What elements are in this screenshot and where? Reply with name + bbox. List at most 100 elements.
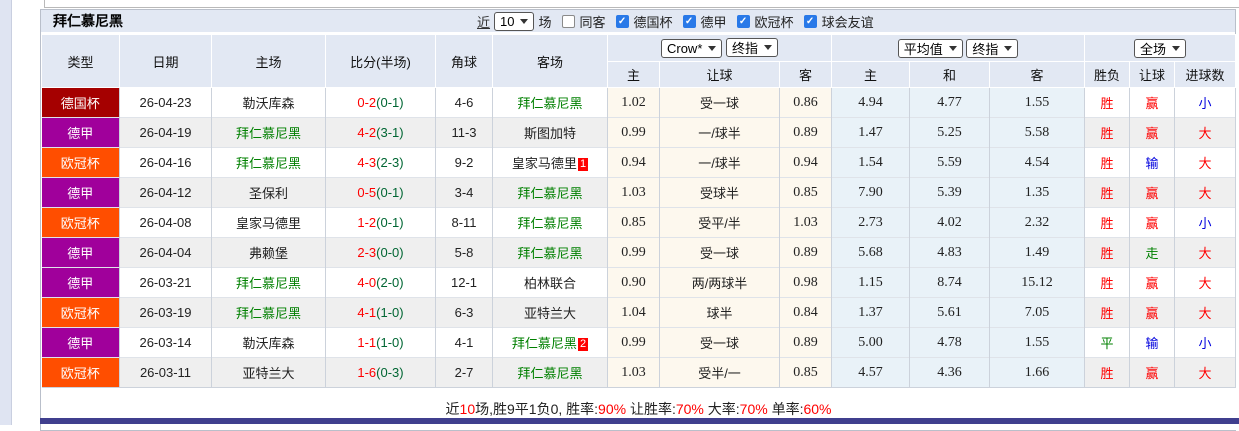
- recent-count-select[interactable]: 10: [494, 11, 535, 31]
- result-handicap: 输: [1145, 156, 1159, 171]
- odds-handicap-cell: 一/球半: [659, 117, 780, 148]
- result-wdl-cell: 胜: [1084, 297, 1131, 328]
- col-header-result-wdl: 胜负: [1084, 61, 1131, 88]
- corner-cell: 4-1: [435, 327, 493, 358]
- home-team-name: 亚特兰大: [242, 366, 295, 381]
- odds-stage-select-1[interactable]: 终指: [726, 38, 779, 57]
- checkbox-same-venue[interactable]: ✓: [561, 14, 575, 28]
- date-cell: 26-04-19: [119, 117, 212, 148]
- result-wdl-cell: 胜: [1084, 357, 1131, 388]
- away-team-name: 拜仁慕尼黑: [517, 366, 583, 381]
- col-header-avg-away: 客: [989, 61, 1086, 88]
- checkbox-dfb-pokal[interactable]: ✓: [615, 14, 629, 28]
- away-team-cell: 拜仁慕尼黑: [492, 87, 608, 118]
- home-team-name: 勒沃库森: [242, 336, 295, 351]
- result-wdl: 胜: [1100, 96, 1114, 111]
- home-team-cell: 拜仁慕尼黑: [211, 267, 326, 298]
- result-wdl-cell: 胜: [1084, 267, 1131, 298]
- away-team-cell: 亚特兰大: [492, 297, 608, 328]
- avg-draw-cell: 5.59: [909, 147, 991, 178]
- date-cell: 26-03-11: [119, 357, 212, 388]
- score-cell: 4-2(3-1): [325, 117, 436, 148]
- recent-link[interactable]: 近: [477, 12, 490, 31]
- date-cell: 26-03-14: [119, 327, 212, 358]
- corner-cell: 8-11: [435, 207, 493, 238]
- odds-away-cell: 0.86: [779, 87, 833, 118]
- result-goals-cell: 小: [1174, 207, 1237, 238]
- away-team-name: 斯图加特: [523, 126, 576, 141]
- league-cell: 德国杯: [41, 87, 120, 118]
- date-cell: 26-04-16: [119, 147, 212, 178]
- result-handicap-cell: 赢: [1129, 267, 1176, 298]
- summary-text: 70%: [675, 401, 704, 417]
- col-header-home: 主场: [211, 34, 326, 88]
- fulltime-score: 4-1: [357, 305, 377, 320]
- average-select[interactable]: 平均值: [897, 38, 963, 58]
- avg-away-cell: 7.05: [989, 297, 1086, 328]
- score-cell: 1-1(1-0): [325, 327, 436, 358]
- bottom-divider-bar: [40, 418, 1239, 424]
- home-team-name: 拜仁慕尼黑: [235, 276, 301, 291]
- result-goals: 大: [1198, 276, 1212, 291]
- odds-home-cell: 0.85: [607, 207, 660, 238]
- col-header-avg-home: 主: [831, 61, 911, 88]
- home-team-cell: 拜仁慕尼黑: [211, 147, 326, 178]
- avg-home-cell: 5.68: [831, 237, 911, 268]
- summary-text: 大率:: [703, 401, 740, 417]
- avg-draw-cell: 4.83: [909, 237, 991, 268]
- result-wdl-cell: 胜: [1084, 207, 1131, 238]
- odds-source-select[interactable]: Crow*: [660, 39, 723, 58]
- result-wdl: 胜: [1100, 126, 1114, 141]
- result-scope-group: 全场: [1084, 34, 1237, 62]
- league-cell: 德甲: [41, 327, 120, 358]
- result-goals-cell: 小: [1174, 87, 1237, 118]
- check-icon: ✓: [617, 15, 627, 27]
- avg-away-cell: 1.49: [989, 237, 1086, 268]
- summary-text: 70%: [739, 401, 768, 417]
- result-goals: 小: [1198, 96, 1212, 111]
- odds-home-cell: 0.99: [607, 327, 660, 358]
- league-cell: 欧冠杯: [41, 357, 120, 388]
- corner-cell: 3-4: [435, 177, 493, 208]
- result-wdl: 胜: [1100, 276, 1114, 291]
- checkbox-friendly[interactable]: ✓: [803, 14, 817, 28]
- table-row: 德甲 26-04-19 拜仁慕尼黑 4-2(3-1) 11-3 斯图加特 0.9…: [41, 117, 1237, 148]
- result-goals: 大: [1198, 186, 1212, 201]
- chevron-down-icon: [1004, 45, 1013, 51]
- odds-handicap-cell: 一/球半: [659, 147, 780, 178]
- league-cell: 德甲: [41, 237, 120, 268]
- avg-draw-cell: 4.77: [909, 87, 991, 118]
- col-header-odds-away: 客: [778, 61, 833, 88]
- filter-bar: 近 10 场 ✓ 同客 ✓ 德国杯 ✓ 德甲 ✓ 欧冠杯 ✓ 球会友谊: [477, 10, 874, 32]
- table-row: 德甲 26-03-21 拜仁慕尼黑 4-0(2-0) 12-1 柏林联合 0.9…: [41, 267, 1237, 298]
- score-cell: 0-5(0-1): [325, 177, 436, 208]
- home-team-cell: 勒沃库森: [211, 87, 326, 118]
- away-team-name: 拜仁慕尼黑: [511, 336, 577, 351]
- date-cell: 26-04-23: [119, 87, 212, 118]
- date-cell: 26-04-12: [119, 177, 212, 208]
- checkbox-label-dfb-pokal: 德国杯: [633, 14, 673, 30]
- checkbox-bundesliga[interactable]: ✓: [682, 14, 696, 28]
- date-cell: 26-04-04: [119, 237, 212, 268]
- odds-stage-select-2[interactable]: 终指: [966, 38, 1019, 58]
- checkbox-ucl[interactable]: ✓: [736, 14, 750, 28]
- result-goals-cell: 大: [1174, 147, 1237, 178]
- summary-text: 近: [445, 401, 460, 417]
- odds-home-cell: 1.04: [607, 297, 660, 328]
- match-table: 类型 日期 主场 比分(半场) 角球 客场 Crow* 终指 平均值 终指 全场: [41, 34, 1237, 430]
- chevron-down-icon: [708, 46, 717, 51]
- table-row: 德甲 26-03-14 勒沃库森 1-1(1-0) 4-1 拜仁慕尼黑 2 0.9…: [41, 327, 1237, 358]
- avg-draw-cell: 4.78: [909, 327, 991, 358]
- home-team-name: 皇家马德里: [235, 216, 301, 231]
- result-handicap: 赢: [1145, 306, 1159, 321]
- scope-select[interactable]: 全场: [1134, 38, 1187, 58]
- result-goals-cell: 大: [1174, 237, 1237, 268]
- result-wdl: 胜: [1100, 186, 1114, 201]
- away-team-cell: 拜仁慕尼黑: [492, 237, 608, 268]
- avg-home-cell: 4.57: [831, 357, 911, 388]
- away-team-name: 亚特兰大: [523, 306, 576, 321]
- result-wdl-cell: 胜: [1084, 87, 1131, 118]
- home-team-cell: 圣保利: [211, 177, 326, 208]
- table-row: 德甲 26-04-12 圣保利 0-5(0-1) 3-4 拜仁慕尼黑 1.03 …: [41, 177, 1237, 208]
- fulltime-score: 1-1: [357, 335, 377, 350]
